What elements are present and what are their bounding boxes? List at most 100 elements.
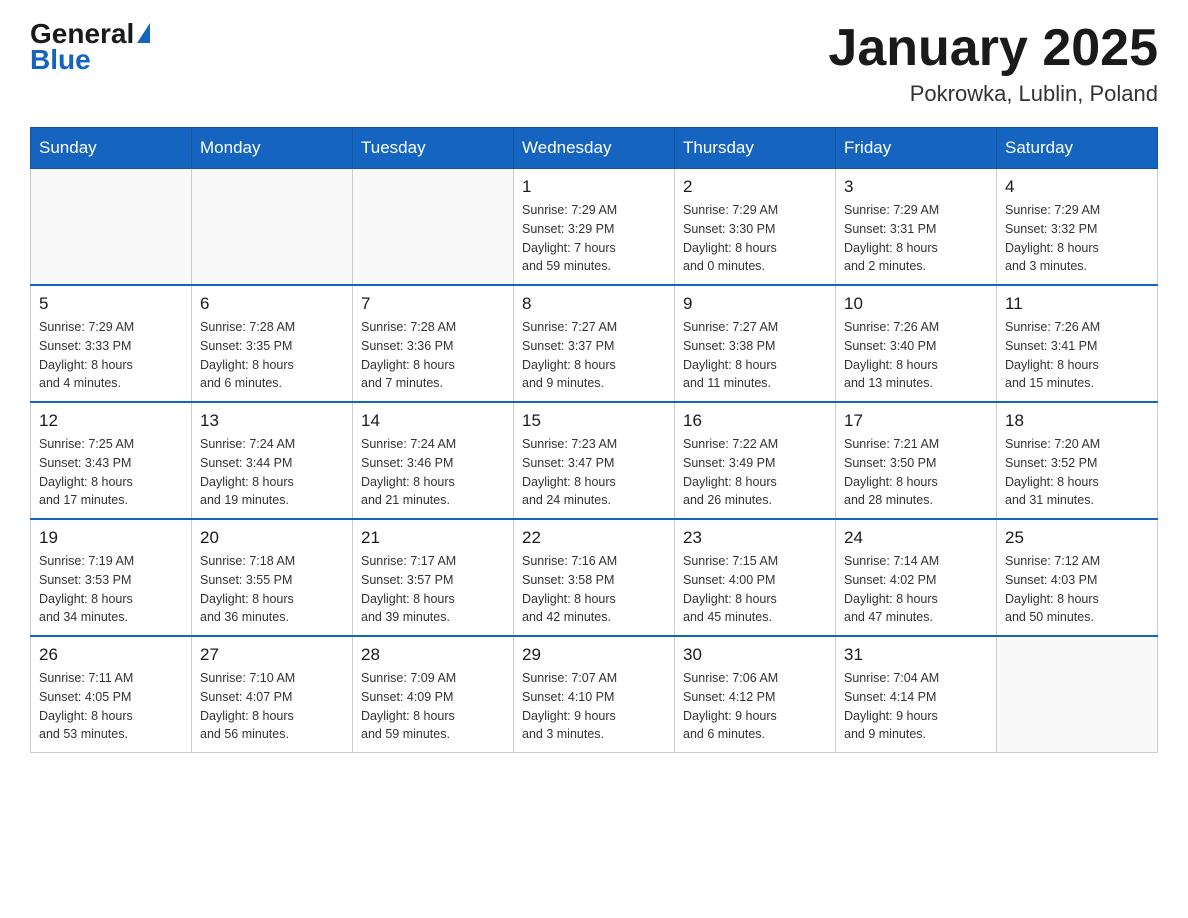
calendar-day-header: Tuesday [353, 128, 514, 169]
day-info: Sunrise: 7:26 AMSunset: 3:41 PMDaylight:… [1005, 318, 1149, 393]
day-number: 28 [361, 645, 505, 665]
calendar-day-cell: 8 Sunrise: 7:27 AMSunset: 3:37 PMDaylight… [514, 285, 675, 402]
day-info: Sunrise: 7:24 AMSunset: 3:44 PMDaylight:… [200, 435, 344, 510]
day-info: Sunrise: 7:27 AMSunset: 3:38 PMDaylight:… [683, 318, 827, 393]
day-number: 10 [844, 294, 988, 314]
calendar-day-header: Thursday [675, 128, 836, 169]
day-number: 8 [522, 294, 666, 314]
calendar-day-cell: 29Sunrise: 7:07 AMSunset: 4:10 PMDayligh… [514, 636, 675, 753]
calendar-day-cell: 18Sunrise: 7:20 AMSunset: 3:52 PMDayligh… [997, 402, 1158, 519]
calendar-day-cell: 10Sunrise: 7:26 AMSunset: 3:40 PMDayligh… [836, 285, 997, 402]
day-number: 23 [683, 528, 827, 548]
day-number: 1 [522, 177, 666, 197]
calendar-day-cell: 20 Sunrise: 7:18 AMSunset: 3:55 PMDayligh… [192, 519, 353, 636]
day-number: 11 [1005, 294, 1149, 314]
day-info: Sunrise: 7:14 AMSunset: 4:02 PMDaylight:… [844, 552, 988, 627]
day-number: 16 [683, 411, 827, 431]
day-number: 30 [683, 645, 827, 665]
calendar-day-cell [353, 169, 514, 286]
calendar-day-cell: 24Sunrise: 7:14 AMSunset: 4:02 PMDayligh… [836, 519, 997, 636]
calendar-week-row: 19Sunrise: 7:19 AMSunset: 3:53 PMDayligh… [31, 519, 1158, 636]
calendar-header-row: SundayMondayTuesdayWednesdayThursdayFrid… [31, 128, 1158, 169]
day-number: 15 [522, 411, 666, 431]
day-info: Sunrise: 7:28 AMSunset: 3:36 PMDaylight:… [361, 318, 505, 393]
calendar-day-cell: 28 Sunrise: 7:09 AMSunset: 4:09 PMDayligh… [353, 636, 514, 753]
calendar-day-cell: 6Sunrise: 7:28 AMSunset: 3:35 PMDaylight… [192, 285, 353, 402]
calendar-day-cell: 21Sunrise: 7:17 AMSunset: 3:57 PMDayligh… [353, 519, 514, 636]
calendar-day-cell: 25Sunrise: 7:12 AMSunset: 4:03 PMDayligh… [997, 519, 1158, 636]
calendar-day-cell: 1 Sunrise: 7:29 AMSunset: 3:29 PMDaylight… [514, 169, 675, 286]
day-info: Sunrise: 7:24 AMSunset: 3:46 PMDaylight:… [361, 435, 505, 510]
calendar-week-row: 1 Sunrise: 7:29 AMSunset: 3:29 PMDaylight… [31, 169, 1158, 286]
calendar-day-cell: 17 Sunrise: 7:21 AMSunset: 3:50 PMDayligh… [836, 402, 997, 519]
day-number: 21 [361, 528, 505, 548]
calendar-day-cell [192, 169, 353, 286]
day-info: Sunrise: 7:18 AMSunset: 3:55 PMDaylight:… [200, 552, 344, 627]
day-info: Sunrise: 7:04 AMSunset: 4:14 PMDaylight:… [844, 669, 988, 744]
calendar-day-cell [997, 636, 1158, 753]
calendar-day-cell: 27Sunrise: 7:10 AMSunset: 4:07 PMDayligh… [192, 636, 353, 753]
location-subtitle: Pokrowka, Lublin, Poland [828, 81, 1158, 107]
calendar-day-cell: 2Sunrise: 7:29 AMSunset: 3:30 PMDaylight… [675, 169, 836, 286]
calendar-day-cell: 23 Sunrise: 7:15 AMSunset: 4:00 PMDayligh… [675, 519, 836, 636]
page-header: General Blue January 2025 Pokrowka, Lubl… [30, 20, 1158, 107]
day-number: 17 [844, 411, 988, 431]
day-number: 31 [844, 645, 988, 665]
calendar-day-header: Saturday [997, 128, 1158, 169]
day-info: Sunrise: 7:19 AMSunset: 3:53 PMDaylight:… [39, 552, 183, 627]
calendar-day-cell: 11 Sunrise: 7:26 AMSunset: 3:41 PMDayligh… [997, 285, 1158, 402]
day-info: Sunrise: 7:23 AMSunset: 3:47 PMDaylight:… [522, 435, 666, 510]
day-info: Sunrise: 7:09 AMSunset: 4:09 PMDaylight:… [361, 669, 505, 744]
day-number: 7 [361, 294, 505, 314]
day-number: 27 [200, 645, 344, 665]
day-info: Sunrise: 7:22 AMSunset: 3:49 PMDaylight:… [683, 435, 827, 510]
day-info: Sunrise: 7:29 AMSunset: 3:29 PMDaylight:… [522, 201, 666, 276]
day-number: 22 [522, 528, 666, 548]
calendar-day-cell: 5 Sunrise: 7:29 AMSunset: 3:33 PMDaylight… [31, 285, 192, 402]
day-info: Sunrise: 7:06 AMSunset: 4:12 PMDaylight:… [683, 669, 827, 744]
day-number: 5 [39, 294, 183, 314]
calendar-day-header: Sunday [31, 128, 192, 169]
day-info: Sunrise: 7:11 AMSunset: 4:05 PMDaylight:… [39, 669, 183, 744]
calendar-day-cell: 3 Sunrise: 7:29 AMSunset: 3:31 PMDaylight… [836, 169, 997, 286]
calendar-day-cell: 7 Sunrise: 7:28 AMSunset: 3:36 PMDaylight… [353, 285, 514, 402]
month-title: January 2025 [828, 20, 1158, 77]
day-number: 20 [200, 528, 344, 548]
calendar-day-cell: 13Sunrise: 7:24 AMSunset: 3:44 PMDayligh… [192, 402, 353, 519]
calendar-day-header: Wednesday [514, 128, 675, 169]
day-number: 12 [39, 411, 183, 431]
day-info: Sunrise: 7:16 AMSunset: 3:58 PMDaylight:… [522, 552, 666, 627]
calendar-day-cell: 9Sunrise: 7:27 AMSunset: 3:38 PMDaylight… [675, 285, 836, 402]
calendar-day-cell [31, 169, 192, 286]
calendar-week-row: 12Sunrise: 7:25 AMSunset: 3:43 PMDayligh… [31, 402, 1158, 519]
day-info: Sunrise: 7:15 AMSunset: 4:00 PMDaylight:… [683, 552, 827, 627]
calendar-day-cell: 19Sunrise: 7:19 AMSunset: 3:53 PMDayligh… [31, 519, 192, 636]
day-number: 4 [1005, 177, 1149, 197]
day-info: Sunrise: 7:29 AMSunset: 3:32 PMDaylight:… [1005, 201, 1149, 276]
day-info: Sunrise: 7:29 AMSunset: 3:33 PMDaylight:… [39, 318, 183, 393]
day-number: 3 [844, 177, 988, 197]
day-number: 26 [39, 645, 183, 665]
day-number: 6 [200, 294, 344, 314]
calendar-day-cell: 26 Sunrise: 7:11 AMSunset: 4:05 PMDayligh… [31, 636, 192, 753]
day-number: 14 [361, 411, 505, 431]
day-info: Sunrise: 7:12 AMSunset: 4:03 PMDaylight:… [1005, 552, 1149, 627]
calendar-day-header: Monday [192, 128, 353, 169]
logo-blue-text: Blue [30, 46, 91, 74]
calendar-week-row: 5 Sunrise: 7:29 AMSunset: 3:33 PMDaylight… [31, 285, 1158, 402]
calendar-table: SundayMondayTuesdayWednesdayThursdayFrid… [30, 127, 1158, 753]
logo: General Blue [30, 20, 150, 74]
calendar-day-cell: 14 Sunrise: 7:24 AMSunset: 3:46 PMDayligh… [353, 402, 514, 519]
calendar-day-header: Friday [836, 128, 997, 169]
calendar-week-row: 26 Sunrise: 7:11 AMSunset: 4:05 PMDayligh… [31, 636, 1158, 753]
title-section: January 2025 Pokrowka, Lublin, Poland [828, 20, 1158, 107]
day-info: Sunrise: 7:29 AMSunset: 3:31 PMDaylight:… [844, 201, 988, 276]
calendar-day-cell: 16 Sunrise: 7:22 AMSunset: 3:49 PMDayligh… [675, 402, 836, 519]
day-number: 18 [1005, 411, 1149, 431]
calendar-day-cell: 30 Sunrise: 7:06 AMSunset: 4:12 PMDayligh… [675, 636, 836, 753]
day-info: Sunrise: 7:21 AMSunset: 3:50 PMDaylight:… [844, 435, 988, 510]
calendar-day-cell: 4 Sunrise: 7:29 AMSunset: 3:32 PMDaylight… [997, 169, 1158, 286]
calendar-day-cell: 15 Sunrise: 7:23 AMSunset: 3:47 PMDayligh… [514, 402, 675, 519]
logo-triangle-icon [137, 23, 150, 43]
day-info: Sunrise: 7:27 AMSunset: 3:37 PMDaylight:… [522, 318, 666, 393]
